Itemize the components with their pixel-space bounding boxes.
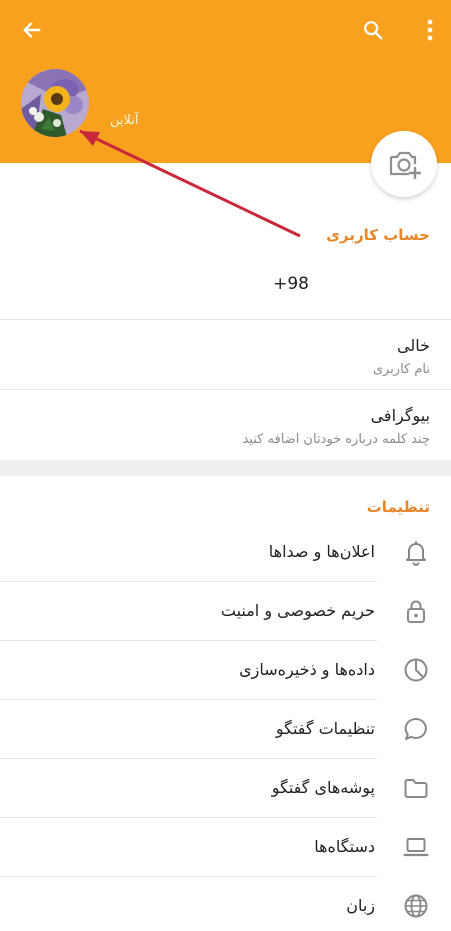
back-button[interactable] [16,14,48,46]
settings-item-label: دستگاه‌ها [314,837,375,856]
laptop-icon [403,838,429,857]
settings-item-language[interactable]: زبان [0,877,451,931]
bell-icon [406,541,426,566]
chat-bubble-icon [404,717,427,740]
username-field[interactable]: خالی نام کاربری [0,336,451,388]
phone-number[interactable]: +98 [273,274,309,294]
divider [0,319,451,320]
settings-item-label: تنظیمات گفتگو [275,719,375,738]
section-separator [0,460,451,476]
settings-section-title: تنظیمات [366,498,430,516]
camera-add-icon [389,151,421,179]
settings-item-label: پوشه‌های گفتگو [271,778,375,797]
divider [0,389,451,390]
settings-item-chat-settings[interactable]: تنظیمات گفتگو [0,700,451,758]
settings-item-privacy[interactable]: حریم خصوصی و امنیت [0,582,451,640]
username-value: خالی [397,336,430,355]
pie-chart-icon [404,658,428,682]
account-section-title: حساب کاربری [326,226,430,244]
bio-field[interactable]: بیوگرافی چند کلمه درباره خودتان اضافه کن… [0,406,451,458]
settings-item-data-storage[interactable]: داده‌ها و ذخیره‌سازی [0,641,451,699]
folder-icon [404,779,428,798]
settings-item-devices[interactable]: دستگاه‌ها [0,818,451,876]
globe-icon [404,894,428,918]
search-icon [364,21,383,40]
settings-item-notifications[interactable]: اعلان‌ها و صداها [0,523,451,581]
more-vertical-icon [427,19,433,41]
online-status: آنلاین [110,113,139,128]
bio-title: بیوگرافی [370,406,430,425]
username-label: نام کاربری [372,362,430,377]
lock-icon [407,600,425,623]
arrow-left-icon [23,22,41,38]
search-button[interactable] [357,14,389,46]
bio-hint: چند کلمه درباره خودتان اضافه کنید [242,432,430,447]
settings-item-label: زبان [346,896,375,915]
settings-item-label: داده‌ها و ذخیره‌سازی [239,660,375,679]
avatar[interactable] [21,69,89,137]
sunflower-bouquet-photo [21,69,89,137]
set-photo-button[interactable] [371,131,437,197]
more-options-button[interactable] [414,14,446,46]
settings-item-label: اعلان‌ها و صداها [268,542,375,561]
settings-item-label: حریم خصوصی و امنیت [220,601,375,620]
settings-item-chat-folders[interactable]: پوشه‌های گفتگو [0,759,451,817]
